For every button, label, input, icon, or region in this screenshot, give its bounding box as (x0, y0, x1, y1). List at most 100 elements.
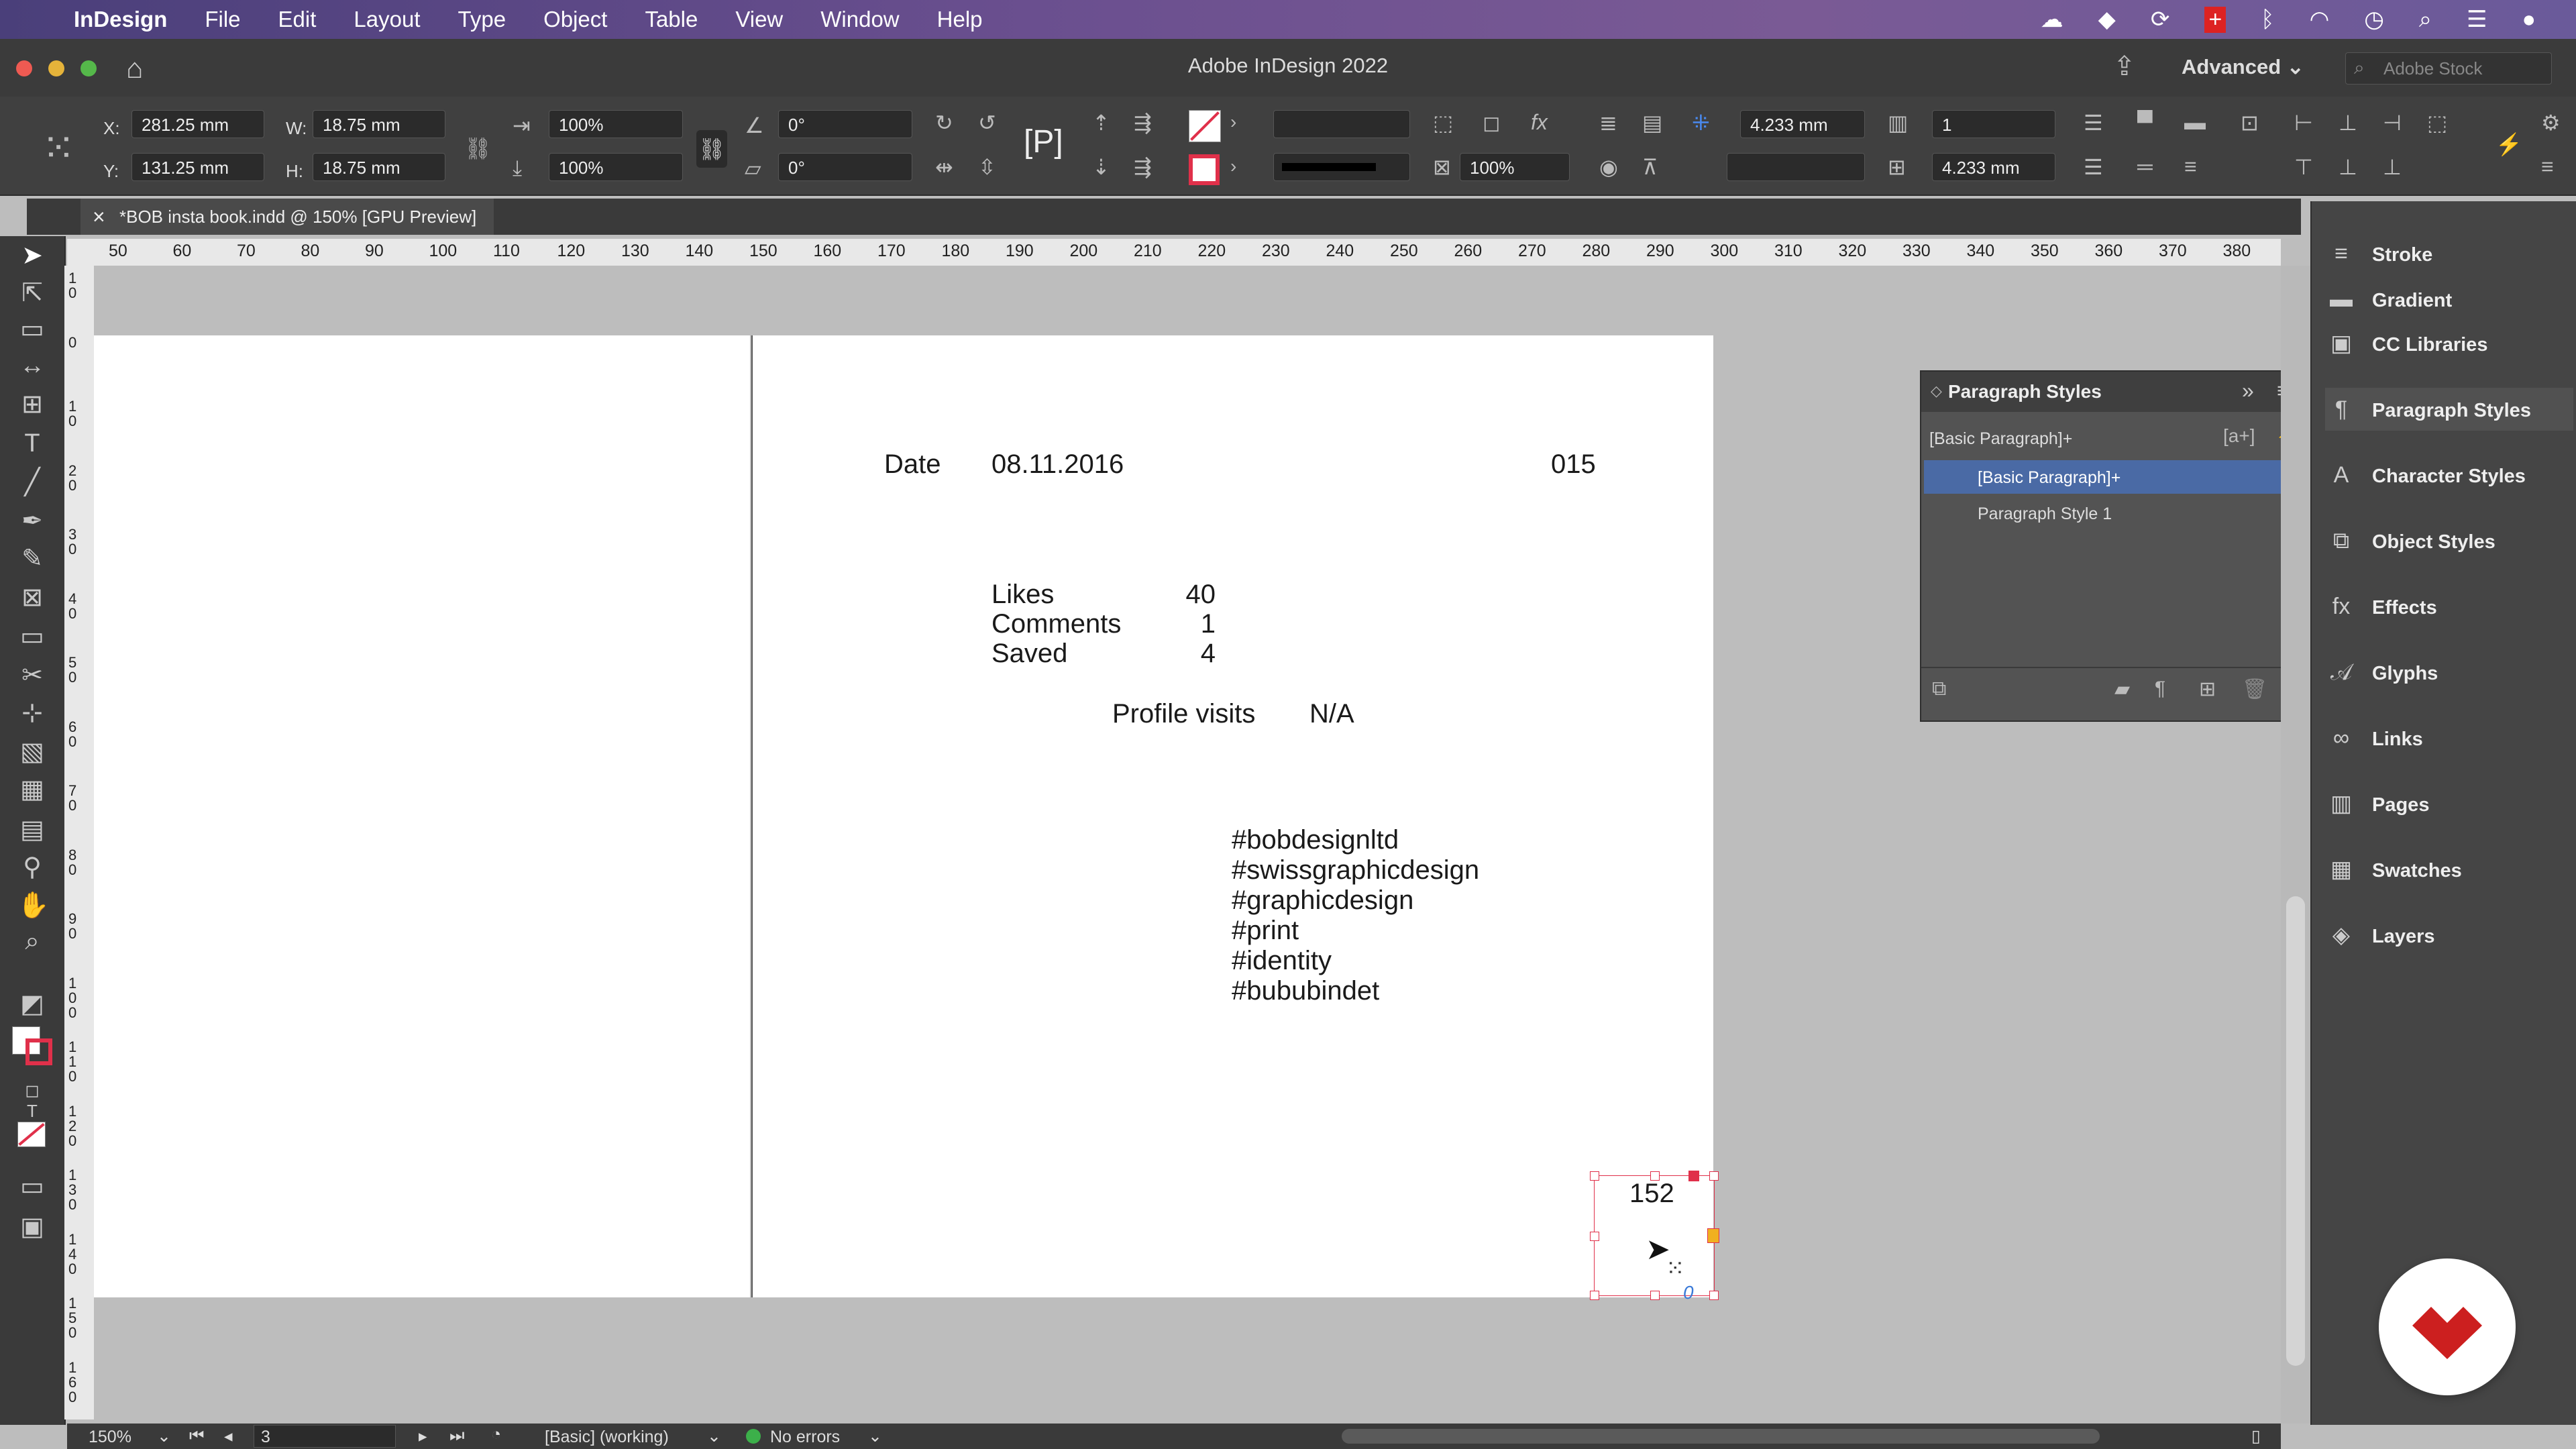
style-item-paragraph-style-1[interactable]: Paragraph Style 1 (1924, 496, 2308, 530)
distribute-bottom-icon[interactable]: ⊥ (2383, 154, 2402, 180)
scale-x-field[interactable]: 100% (549, 110, 683, 138)
workspace-switcher[interactable]: Advanced ⌄ (2182, 55, 2304, 79)
pen-tool-icon[interactable]: ✒ (17, 506, 47, 536)
pencil-tool-icon[interactable]: ✎ (17, 543, 47, 574)
width-field[interactable]: 18.75 mm (313, 110, 445, 138)
control-bar-menu-icon[interactable]: ≡ (2541, 154, 2554, 179)
selected-text-frame[interactable]: 152 ➤ ⁙ 0 (1590, 1171, 1719, 1303)
previous-page-icon[interactable]: ◂ (224, 1426, 233, 1446)
creative-cloud-icon[interactable]: ☁ (2041, 6, 2063, 33)
drop-shadow-icon[interactable]: ◻ (1483, 110, 1501, 136)
left-page[interactable] (94, 335, 750, 1297)
horizontal-scrollbar[interactable] (1342, 1429, 2100, 1444)
style-status[interactable]: [Basic] (working) (545, 1428, 669, 1447)
vertical-scrollbar[interactable] (2281, 266, 2310, 1424)
load-styles-icon[interactable]: ⧉ (1932, 678, 1946, 700)
opacity-field[interactable]: 100% (1460, 153, 1570, 181)
menu-window[interactable]: Window (820, 7, 899, 32)
top-align-icon[interactable]: ▀ (2137, 110, 2153, 135)
dock-item-layers[interactable]: ◈ Layers (2325, 914, 2573, 957)
collapse-icon[interactable]: ◇ (1931, 382, 1942, 400)
height-field[interactable]: 18.75 mm (313, 153, 445, 181)
y-field[interactable]: 131.25 mm (131, 153, 264, 181)
close-tab-icon[interactable]: × (93, 199, 105, 235)
gradient-swatch-tool-icon[interactable]: ▧ (17, 737, 47, 767)
out-port-icon[interactable] (1707, 1228, 1719, 1243)
eyedropper-tool-icon[interactable]: ⚲ (17, 852, 47, 882)
spacing-field-1[interactable]: 4.233 mm (1740, 110, 1865, 138)
preview-mode-icon[interactable]: ▣ (17, 1212, 47, 1242)
new-style-icon[interactable]: ⊞ (2199, 678, 2216, 701)
fill-menu-chevron-icon[interactable]: › (1230, 111, 1236, 133)
open-page-icon[interactable]: ◔ (491, 1425, 501, 1444)
distribute-middle-icon[interactable]: ⊥ (2339, 154, 2357, 180)
frame-handle[interactable] (1590, 1291, 1599, 1300)
transform-icon[interactable]: ⬚ (2427, 110, 2447, 136)
select-next-icon[interactable]: ⇶ (1134, 110, 1152, 136)
app-badge[interactable] (2379, 1258, 2516, 1395)
spotlight-search-icon[interactable]: ⌕ (2419, 7, 2432, 33)
sync-icon[interactable]: ⟳ (2151, 6, 2170, 33)
rectangle-tool-icon[interactable]: ▭ (17, 621, 47, 651)
justify-icon[interactable]: ═ (2137, 154, 2153, 179)
bluetooth-icon[interactable]: ᛒ (2261, 7, 2274, 33)
distribute-top-icon[interactable]: ⊤ (2294, 154, 2313, 180)
align-left-icon[interactable]: ⊢ (2294, 110, 2313, 136)
flip-vertical-icon[interactable]: ⇳ (978, 154, 996, 180)
page-tool-icon[interactable]: ▭ (17, 314, 47, 344)
stock-search-field[interactable]: ⌕ Adobe Stock (2345, 52, 2552, 85)
dock-item-paragraph-styles[interactable]: ¶ Paragraph Styles (2325, 388, 2573, 431)
menu-edit[interactable]: Edit (278, 7, 317, 32)
frame-handle[interactable] (1650, 1291, 1660, 1300)
formatting-affects-container-icon[interactable]: ◻ T (17, 1080, 47, 1122)
collapse-panel-icon[interactable]: » (2242, 378, 2254, 403)
fx-icon[interactable]: fx (1531, 110, 1548, 135)
rotate-ccw-icon[interactable]: ↺ (978, 110, 996, 136)
clear-overrides-icon[interactable]: ¶ (2155, 678, 2165, 700)
time-machine-icon[interactable]: ◷ (2364, 6, 2384, 33)
dock-item-object-styles[interactable]: ⧉ Object Styles (2325, 519, 2573, 562)
vertical-ruler[interactable]: 10 0 10 20 30 40 50 60 70 80 90 100 110 120 130 140 150 1… (64, 266, 95, 1419)
rotate-field[interactable]: 0° (778, 110, 912, 138)
stroke-swatch-icon[interactable] (25, 1038, 52, 1065)
content-collector-icon[interactable]: ⊞ (17, 389, 47, 419)
bottom-align-icon[interactable]: ≡ (2184, 154, 2197, 179)
list-icon[interactable]: ☰ (2084, 110, 2103, 136)
gap-tool-icon[interactable]: ↔ (17, 352, 47, 380)
menu-layout[interactable]: Layout (354, 7, 420, 32)
dock-item-links[interactable]: ∞ Links (2325, 716, 2573, 759)
frame-handle[interactable] (1590, 1232, 1599, 1241)
note-tool-icon[interactable]: ▤ (17, 814, 47, 845)
frame-handle-corner[interactable] (1688, 1171, 1699, 1181)
dock-item-effects[interactable]: fx Effects (2325, 585, 2573, 628)
default-fill-stroke-icon[interactable]: ◩ (17, 989, 47, 1019)
zoom-level[interactable]: 150% (89, 1428, 131, 1447)
menu-file[interactable]: File (205, 7, 240, 32)
stroke-type-dropdown[interactable] (1273, 153, 1410, 181)
quick-apply-icon[interactable]: ⚡ (2496, 131, 2522, 157)
swatch-field[interactable] (1727, 153, 1865, 181)
style-item-basic-paragraph[interactable]: [Basic Paragraph]+ (1924, 460, 2308, 494)
free-transform-tool-icon[interactable]: ⊹ (17, 698, 47, 728)
document-tab[interactable]: × *BOB insta book.indd @ 150% [GPU Previ… (80, 199, 494, 235)
next-page-icon[interactable]: ▸ (419, 1426, 427, 1446)
menu-app[interactable]: InDesign (74, 7, 167, 32)
dock-item-stroke[interactable]: ≡ Stroke (2325, 232, 2573, 275)
x-field[interactable]: 281.25 mm (131, 110, 264, 138)
stroke-weight-field[interactable] (1273, 110, 1410, 138)
dock-item-character-styles[interactable]: A Character Styles (2325, 453, 2573, 496)
swiss-flag-icon[interactable]: + (2204, 6, 2226, 33)
menu-view[interactable]: View (735, 7, 783, 32)
auto-fit-icon[interactable]: ◉ (1599, 154, 1618, 180)
control-center-icon[interactable]: ☰ (2467, 6, 2487, 33)
dock-item-gradient[interactable]: ▬ Gradient (2325, 278, 2573, 321)
select-container-icon[interactable]: ⇡ (1092, 110, 1110, 136)
screen-mode-icon[interactable]: ▭ (17, 1171, 47, 1201)
center-align-icon[interactable]: ▬ (2184, 110, 2206, 135)
select-previous-icon[interactable]: ⇶ (1134, 154, 1152, 180)
first-page-icon[interactable]: ⏮ (189, 1426, 205, 1446)
fitting-frame-icon[interactable]: ⬚ (1433, 110, 1453, 136)
right-page[interactable]: Date 08.11.2016 015 Likes 40 Comments 1 … (751, 335, 1713, 1297)
menu-help[interactable]: Help (937, 7, 983, 32)
page-number-field[interactable]: 3 (254, 1425, 396, 1448)
